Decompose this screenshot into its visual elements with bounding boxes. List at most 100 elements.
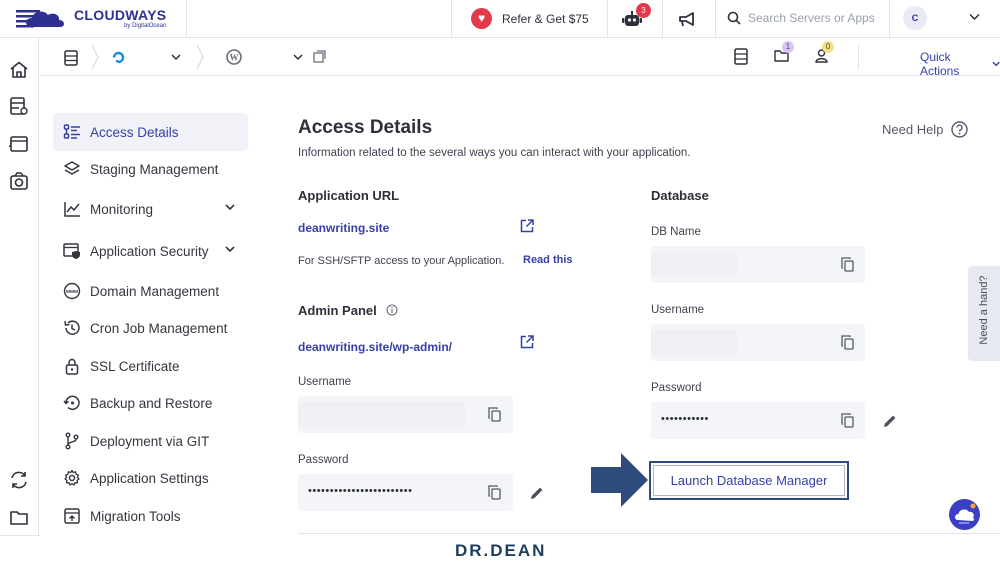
redacted-value <box>298 402 465 427</box>
server-list-icon[interactable] <box>734 48 748 65</box>
server-list-icon[interactable] <box>64 50 78 66</box>
copy-icon[interactable] <box>841 257 854 272</box>
redacted-value <box>651 252 737 277</box>
external-link-icon[interactable] <box>520 335 534 349</box>
search-input[interactable]: Search Servers or Apps <box>748 11 875 25</box>
chevron-down-icon[interactable] <box>969 13 980 21</box>
read-this-link[interactable]: Read this <box>523 254 573 266</box>
files-badge: 1 <box>782 41 794 53</box>
chevron-down-icon <box>992 61 1000 67</box>
menu-item-domain-management[interactable]: www Domain Management <box>53 272 248 310</box>
announcements-button[interactable] <box>678 11 696 32</box>
db-password-value: ••••••••••• <box>661 413 709 425</box>
db-name-field[interactable] <box>651 246 865 283</box>
application-url-link[interactable]: deanwriting.site <box>298 221 389 235</box>
files-button[interactable]: 1 <box>774 41 794 67</box>
edit-pencil-icon[interactable] <box>883 414 897 428</box>
menu-label: Backup and Restore <box>90 395 213 411</box>
addon-icon[interactable] <box>9 171 29 191</box>
application-url-heading: Application URL <box>298 188 400 203</box>
server-settings-icon[interactable] <box>9 96 29 116</box>
db-name-label: DB Name <box>651 226 701 238</box>
watermark: DR.DEAN <box>455 541 547 560</box>
brand-sub: by DigitalOcean <box>124 22 167 29</box>
menu-item-deployment-via-git[interactable]: Deployment via GIT <box>53 422 248 460</box>
menu-item-application-security[interactable]: Application Security <box>53 232 248 270</box>
layers-icon <box>64 161 80 175</box>
git-branch-icon <box>65 432 79 450</box>
need-help-button[interactable]: Need Help <box>882 121 969 138</box>
applications-icon[interactable] <box>9 134 29 154</box>
copy-icon[interactable] <box>488 407 501 422</box>
svg-text:W: W <box>230 53 239 63</box>
svg-text:www: www <box>65 289 79 295</box>
menu-item-application-settings[interactable]: Application Settings <box>53 459 248 497</box>
sync-icon[interactable] <box>9 470 29 490</box>
db-password-field[interactable]: ••••••••••• <box>651 402 865 439</box>
search-icon <box>727 11 741 25</box>
chevron-down-icon[interactable] <box>171 54 181 61</box>
avatar[interactable]: C <box>903 6 927 30</box>
refer-button[interactable]: ♥ Refer & Get $75 <box>471 8 589 29</box>
history-icon <box>64 320 80 335</box>
menu-label: Application Settings <box>90 470 209 486</box>
launch-database-manager-button[interactable]: Launch Database Manager <box>649 461 849 500</box>
menu-item-staging-management[interactable]: Staging Management <box>53 150 248 188</box>
menu-item-cron-job-management[interactable]: Cron Job Management <box>53 309 248 347</box>
divider <box>607 0 608 38</box>
quick-actions-button[interactable]: Quick Actions <box>920 50 1000 78</box>
menu-item-monitoring[interactable]: Monitoring <box>53 190 248 228</box>
admin-password-field[interactable]: •••••••••••••••••••••••• <box>298 474 513 511</box>
megaphone-icon <box>679 12 694 27</box>
divider <box>715 0 716 38</box>
ssh-info-text: For SSH/SFTP access to your Application. <box>298 255 505 267</box>
db-username-field[interactable] <box>651 324 865 361</box>
home-icon[interactable] <box>9 61 29 79</box>
copy-icon[interactable] <box>488 485 501 500</box>
chart-line-icon <box>64 202 80 217</box>
notification-badge: 3 <box>636 3 651 18</box>
globe-www-icon: www <box>63 282 81 300</box>
chevron-down-icon[interactable] <box>293 54 303 61</box>
menu-item-access-details[interactable]: Access Details <box>53 113 248 151</box>
bot-button[interactable]: 3 <box>622 3 651 33</box>
chevron-down-icon <box>225 246 235 253</box>
chat-bot-button[interactable] <box>949 499 980 530</box>
menu-label: SSL Certificate <box>90 358 180 374</box>
question-circle-icon <box>951 121 969 138</box>
digitalocean-icon[interactable] <box>111 50 126 65</box>
menu-item-backup-and-restore[interactable]: Backup and Restore <box>53 384 248 422</box>
menu-label: Domain Management <box>90 283 220 299</box>
db-username-label: Username <box>651 304 705 316</box>
copy-icon[interactable] <box>841 413 854 428</box>
menu-item-ssl-certificate[interactable]: SSL Certificate <box>53 347 248 385</box>
admin-panel-link[interactable]: deanwriting.site/wp-admin/ <box>298 340 452 354</box>
divider <box>186 0 187 38</box>
chevron-right-icon <box>91 44 99 70</box>
menu-label: Access Details <box>90 124 179 140</box>
info-icon[interactable] <box>386 304 398 316</box>
db-password-label: Password <box>651 382 702 394</box>
top-bar: CLOUDWAYS by DigitalOcean ♥ Refer & Get … <box>0 0 1000 38</box>
wordpress-icon[interactable]: W <box>226 49 242 65</box>
divider <box>662 0 663 38</box>
redacted-value <box>651 330 737 355</box>
arrow-right-icon <box>591 453 648 507</box>
edit-pencil-icon[interactable] <box>530 486 544 500</box>
copy-icon[interactable] <box>841 335 854 350</box>
cloudways-logo[interactable]: CLOUDWAYS by DigitalOcean <box>14 5 166 31</box>
divider <box>858 44 859 70</box>
admin-username-field[interactable] <box>298 396 513 433</box>
external-link-icon[interactable] <box>520 219 534 233</box>
open-window-icon[interactable] <box>313 50 326 63</box>
lock-icon <box>65 358 79 375</box>
admin-username-label: Username <box>298 376 352 388</box>
folder-icon[interactable] <box>9 509 29 527</box>
need-a-hand-tab[interactable]: Need a hand? <box>968 266 1000 361</box>
chevron-down-icon <box>225 204 235 211</box>
menu-item-migration-tools[interactable]: Migration Tools <box>53 497 248 535</box>
team-button[interactable]: 0 <box>814 41 834 68</box>
search-bar[interactable]: Search Servers or Apps <box>727 11 875 25</box>
need-a-hand-label: Need a hand? <box>978 275 990 345</box>
shield-window-icon <box>63 243 80 259</box>
